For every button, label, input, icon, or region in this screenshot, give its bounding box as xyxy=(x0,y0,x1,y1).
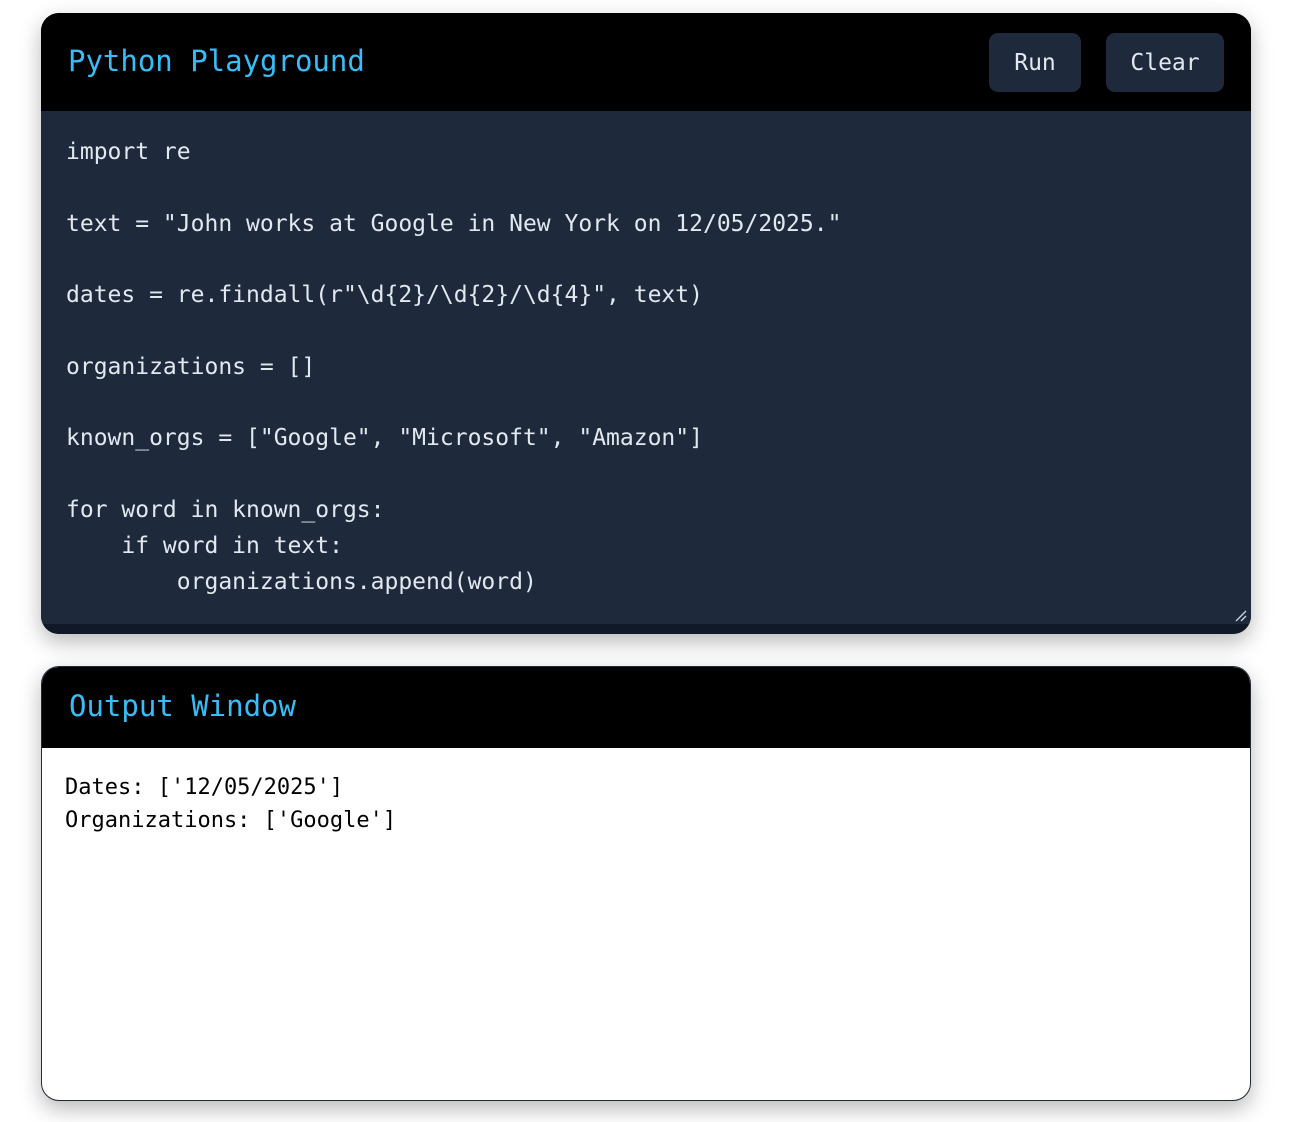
code-editor[interactable]: import re text = "John works at Google i… xyxy=(41,111,1251,624)
clear-button[interactable]: Clear xyxy=(1106,33,1224,92)
output-panel: Output Window Dates: ['12/05/2025'] Orga… xyxy=(41,666,1251,1101)
output-title: Output Window xyxy=(69,689,296,723)
output-text: Dates: ['12/05/2025'] Organizations: ['G… xyxy=(65,775,397,833)
output-header: Output Window xyxy=(42,667,1250,748)
editor-title: Python Playground xyxy=(68,44,365,78)
editor-panel: Python Playground Run Clear import re te… xyxy=(41,13,1251,634)
editor-header: Python Playground Run Clear xyxy=(41,13,1251,111)
page: Python Playground Run Clear import re te… xyxy=(0,0,1294,1122)
resize-grip-icon[interactable] xyxy=(1235,610,1247,622)
run-button[interactable]: Run xyxy=(989,33,1081,92)
editor-bottom-strip xyxy=(41,624,1251,634)
